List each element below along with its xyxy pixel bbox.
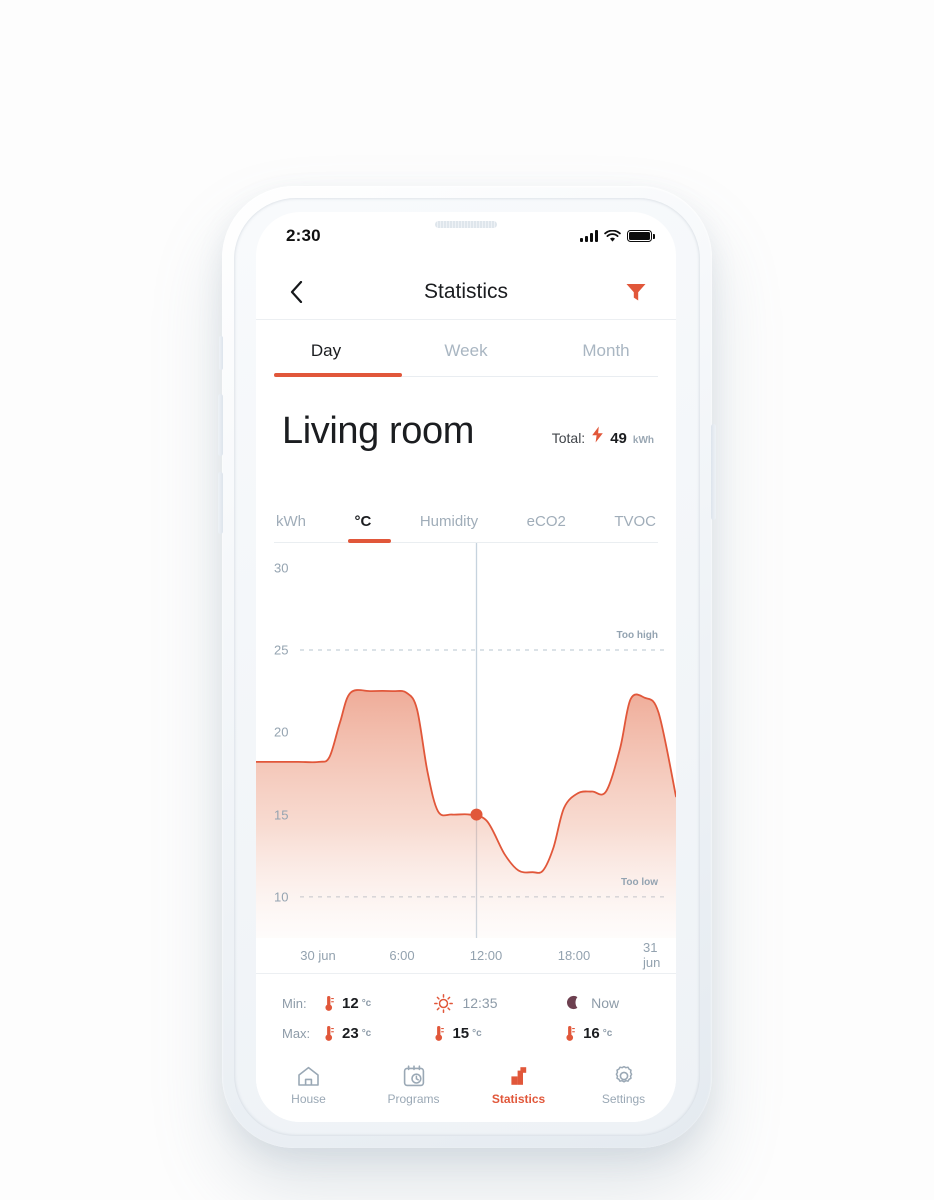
period-tab-week-label: Week: [444, 341, 488, 360]
y-tick-15: 15: [274, 807, 289, 823]
night-time: Now: [591, 995, 620, 1011]
nav-bar: Statistics: [256, 264, 676, 320]
home-icon: [297, 1064, 320, 1088]
y-tick-20: 20: [274, 724, 289, 740]
signal-bars-icon: [580, 230, 598, 242]
metric-tab-celsius[interactable]: °C: [352, 513, 373, 530]
y-tick-30: 30: [274, 560, 289, 576]
thermometer-icon: [435, 1025, 445, 1041]
x-tick-3: 18:00: [557, 947, 591, 963]
period-tab-day[interactable]: Day: [256, 325, 396, 377]
filter-funnel-icon: [626, 283, 646, 300]
tab-statistics[interactable]: Statistics: [466, 1064, 571, 1106]
day-time: 12:35: [462, 995, 498, 1011]
silent-switch[interactable]: [219, 336, 223, 370]
page-title: Statistics: [423, 279, 509, 303]
status-icons: [580, 229, 655, 243]
metric-tab-humidity[interactable]: Humidity: [418, 513, 480, 530]
metric-tab-tvoc[interactable]: TVOC: [612, 513, 658, 530]
gear-icon: [613, 1064, 635, 1088]
x-tick-4: 31 jun: [643, 940, 661, 970]
day-unit: °c: [472, 1027, 482, 1039]
moon-icon: [567, 995, 578, 1010]
stat-day-time: 12:35: [420, 993, 547, 1013]
x-tick-1: 6:00: [389, 947, 415, 963]
status-time: 2:30: [286, 226, 321, 245]
battery-full-icon: [627, 230, 655, 242]
min-value: 12: [342, 994, 359, 1012]
tab-programs[interactable]: Programs: [361, 1064, 466, 1106]
chart-x-axis: 30 jun 6:00 12:00 18:00 31 jun: [256, 938, 676, 972]
screenshot-root: 2:30 Statistics Day Week Month Living ro…: [0, 0, 934, 1200]
y-tick-25: 25: [274, 642, 289, 658]
thermometer-icon: [325, 1025, 334, 1041]
thermometer-icon: [325, 995, 334, 1011]
tab-settings-label: Settings: [601, 1092, 646, 1106]
too-high-label: Too high: [616, 629, 658, 641]
metric-tab-active-indicator: [348, 539, 391, 543]
tab-statistics-label: Statistics: [491, 1092, 546, 1106]
filter-button[interactable]: [622, 278, 650, 306]
sun-icon: [434, 993, 454, 1013]
volume-up-button[interactable]: [218, 394, 223, 456]
chevron-left-icon: [290, 280, 302, 303]
period-tabs: Day Week Month: [256, 325, 676, 377]
stat-day-temp: 15 °c: [420, 1025, 547, 1042]
phone-screen: 2:30 Statistics Day Week Month Living ro…: [256, 212, 676, 1122]
bottom-tab-bar: House Programs Statistics Settings: [256, 1060, 676, 1122]
total-unit: kWh: [632, 435, 654, 446]
min-unit: °c: [361, 997, 372, 1009]
night-unit: °c: [602, 1027, 613, 1039]
tab-house[interactable]: House: [256, 1064, 361, 1106]
tab-programs-label: Programs: [387, 1092, 440, 1106]
period-tab-week[interactable]: Week: [396, 325, 536, 377]
stat-night-time: Now: [547, 994, 650, 1012]
max-value: 23: [342, 1024, 359, 1042]
stats-summary: Min: 12 °c 12:35 Now Max: 23 °c 15 °c 16…: [256, 974, 676, 1060]
x-tick-0: 30 jun: [300, 947, 336, 963]
thermometer-icon: [566, 1025, 575, 1041]
stat-night-temp: 16 °c: [547, 1025, 650, 1042]
stat-max: Max: 23 °c: [282, 1025, 420, 1042]
total-energy: Total: 49 kWh: [552, 426, 654, 453]
temperature-chart[interactable]: 30 25 20 15 10 Too high Too low: [256, 543, 676, 938]
too-low-label: Too low: [620, 876, 658, 888]
period-tab-month[interactable]: Month: [536, 325, 676, 377]
wifi-icon: [604, 229, 621, 242]
phone-device: 2:30 Statistics Day Week Month Living ro…: [218, 186, 716, 1148]
x-tick-2: 12:00: [469, 947, 503, 963]
period-tab-month-label: Month: [582, 341, 630, 360]
calendar-clock-icon: [403, 1064, 425, 1088]
chart-canvas: [256, 543, 676, 938]
max-unit: °c: [361, 1027, 372, 1039]
tab-settings[interactable]: Settings: [571, 1064, 676, 1106]
back-button[interactable]: [282, 278, 310, 306]
metric-tabs: kWh °C Humidity eCO2 TVOC: [274, 500, 658, 542]
period-tab-day-label: Day: [310, 341, 342, 360]
metric-tab-eco2[interactable]: eCO2: [525, 513, 568, 530]
bar-chart-icon: [508, 1064, 530, 1088]
tab-house-label: House: [291, 1092, 326, 1106]
y-tick-10: 10: [274, 889, 289, 905]
day-value: 15: [452, 1024, 470, 1042]
stats-row-max: Max: 23 °c 15 °c 16 °c: [282, 1018, 650, 1048]
total-value: 49: [610, 430, 627, 447]
stat-min: Min: 12 °c: [282, 995, 420, 1012]
metric-tab-kwh[interactable]: kWh: [274, 513, 308, 530]
volume-down-button[interactable]: [218, 472, 223, 534]
room-header: Living room Total: 49 kWh: [282, 410, 654, 453]
earpiece-speaker: [435, 221, 497, 228]
lightning-bolt-icon: [592, 426, 604, 443]
min-label: Min:: [282, 995, 307, 1011]
max-label: Max:: [282, 1025, 311, 1041]
period-tab-active-indicator: [274, 373, 402, 377]
stats-row-min: Min: 12 °c 12:35 Now: [282, 988, 650, 1018]
room-name: Living room: [282, 410, 475, 452]
total-label: Total:: [551, 430, 586, 446]
power-button[interactable]: [711, 424, 716, 520]
night-value: 16: [583, 1024, 600, 1042]
